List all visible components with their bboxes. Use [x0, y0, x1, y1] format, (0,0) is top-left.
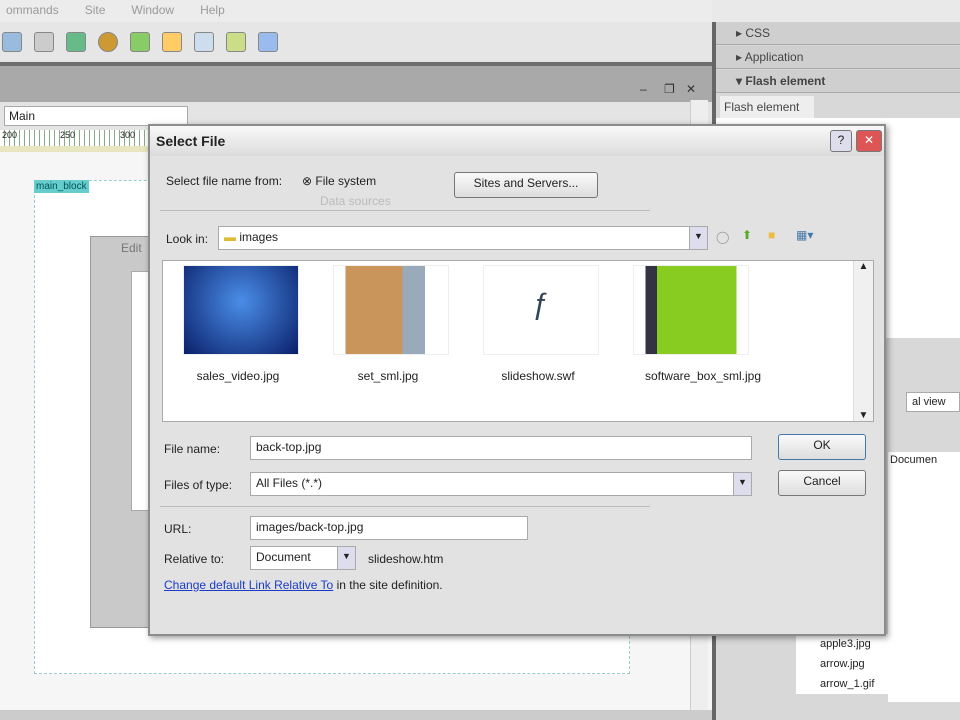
- image-icon[interactable]: [66, 32, 86, 52]
- files-tree: apple3.jpg arrow.jpg arrow_1.gif: [796, 634, 946, 694]
- sites-and-servers-button[interactable]: Sites and Servers...: [454, 172, 598, 198]
- radio-data-sources: Data sources: [320, 194, 391, 208]
- divider: [160, 506, 650, 507]
- menu-site[interactable]: Site: [85, 3, 106, 19]
- file-thumbnail[interactable]: [183, 265, 299, 355]
- change-link-suffix: in the site definition.: [333, 578, 443, 592]
- url-label: URL:: [164, 522, 192, 536]
- relative-file: slideshow.htm: [368, 552, 444, 566]
- file-thumbnail[interactable]: [633, 265, 749, 355]
- chevron-down-icon[interactable]: ▼: [337, 547, 355, 569]
- folder-icon: ▬: [224, 230, 236, 244]
- ruler-tick: 250: [60, 130, 76, 140]
- comment-icon[interactable]: [194, 32, 214, 52]
- site-view-select[interactable]: al view: [906, 392, 960, 412]
- panel-application[interactable]: ▸ Application: [716, 46, 960, 69]
- table-icon[interactable]: [2, 32, 22, 52]
- file-item[interactable]: arrow.jpg: [820, 654, 946, 674]
- file-name[interactable]: slideshow.swf: [463, 369, 613, 383]
- panel-css[interactable]: ▸ CSS: [716, 22, 960, 45]
- menu-help[interactable]: Help: [200, 3, 225, 19]
- panel-flash-label: Flash element: [745, 74, 826, 88]
- help-button[interactable]: ?: [830, 130, 852, 152]
- files-of-type-label: Files of type:: [164, 478, 233, 492]
- file-thumbnail[interactable]: [333, 265, 449, 355]
- look-in-value: images: [239, 230, 279, 244]
- tag-chooser-icon[interactable]: [258, 32, 278, 52]
- close-icon[interactable]: ✕: [686, 82, 696, 96]
- files-column-header[interactable]: Documen: [888, 452, 960, 468]
- look-in-select[interactable]: ▬ images ▼: [218, 226, 708, 250]
- select-file-dialog: Select File ? ✕ Select file name from: ⊗…: [148, 124, 886, 636]
- template-icon[interactable]: [226, 32, 246, 52]
- menu-window[interactable]: Window: [131, 3, 174, 19]
- date-icon[interactable]: [130, 32, 150, 52]
- chevron-down-icon[interactable]: ▼: [733, 473, 751, 495]
- url-input[interactable]: images/back-top.jpg: [250, 516, 528, 540]
- ok-button[interactable]: OK: [778, 434, 866, 460]
- scroll-up-icon[interactable]: ▲: [854, 261, 873, 272]
- minimize-icon[interactable]: –: [640, 82, 647, 96]
- change-link-text: Change default Link Relative To in the s…: [164, 578, 443, 592]
- radio-file-system[interactable]: ⊗ File system: [302, 174, 376, 188]
- file-item[interactable]: arrow_1.gif: [820, 674, 946, 694]
- media-icon[interactable]: [98, 32, 118, 52]
- radio-file-system-label: File system: [315, 174, 377, 188]
- change-default-link[interactable]: Change default Link Relative To: [164, 578, 333, 592]
- file-name[interactable]: software_box_sml.jpg: [613, 369, 793, 383]
- file-name[interactable]: set_sml.jpg: [313, 369, 463, 383]
- back-icon[interactable]: ◯: [716, 230, 729, 244]
- file-browser-scrollbar[interactable]: ▲ ▼: [853, 261, 873, 421]
- file-name[interactable]: sales_video.jpg: [163, 369, 313, 383]
- file-browser[interactable]: ƒ sales_video.jpg set_sml.jpg slideshow.…: [162, 260, 874, 422]
- new-folder-icon[interactable]: ■: [768, 228, 775, 242]
- ruler: 200 250 300: [0, 130, 150, 152]
- main-block-label[interactable]: main_block: [34, 180, 89, 193]
- scroll-down-icon[interactable]: ▼: [854, 410, 873, 421]
- look-in-label: Look in:: [166, 232, 209, 246]
- view-menu-icon[interactable]: ▦▾: [796, 228, 813, 242]
- server-include-icon[interactable]: [162, 32, 182, 52]
- up-folder-icon[interactable]: ⬆: [742, 228, 752, 242]
- relative-to-select[interactable]: Document ▼: [250, 546, 356, 570]
- layer-icon[interactable]: [34, 32, 54, 52]
- panel-flash-element[interactable]: ▾ Flash element: [716, 70, 960, 93]
- panel-application-label: Application: [744, 50, 804, 64]
- close-button[interactable]: ✕: [856, 130, 882, 152]
- ruler-tick: 200: [2, 130, 18, 140]
- background-dialog-title: Edit: [121, 241, 142, 255]
- insert-toolbar: [0, 22, 712, 62]
- chevron-down-icon[interactable]: ▼: [689, 227, 707, 249]
- divider: [160, 210, 650, 211]
- files-of-type-value: All Files (*.*): [256, 476, 323, 490]
- view-select[interactable]: Main: [4, 106, 188, 126]
- restore-icon[interactable]: ❐: [664, 82, 675, 96]
- files-of-type-select[interactable]: All Files (*.*) ▼: [250, 472, 752, 496]
- document-tab-bar: – ❐ ✕: [0, 62, 712, 102]
- select-from-label: Select file name from:: [166, 174, 283, 188]
- ruler-tick: 300: [120, 130, 136, 140]
- cancel-button[interactable]: Cancel: [778, 470, 866, 496]
- status-bar: [0, 710, 712, 720]
- dialog-title: Select File: [150, 126, 884, 156]
- tab-flash-element[interactable]: Flash element: [720, 96, 814, 118]
- menu-bar: ommands Site Window Help: [0, 0, 712, 22]
- relative-to-value: Document: [256, 550, 311, 564]
- file-item[interactable]: apple3.jpg: [820, 634, 946, 654]
- file-name-input[interactable]: back-top.jpg: [250, 436, 752, 460]
- panel-css-label: CSS: [745, 26, 771, 40]
- menu-commands[interactable]: ommands: [6, 3, 59, 19]
- flash-file-icon[interactable]: ƒ: [483, 265, 599, 355]
- file-name-label: File name:: [164, 442, 221, 456]
- relative-to-label: Relative to:: [164, 552, 225, 566]
